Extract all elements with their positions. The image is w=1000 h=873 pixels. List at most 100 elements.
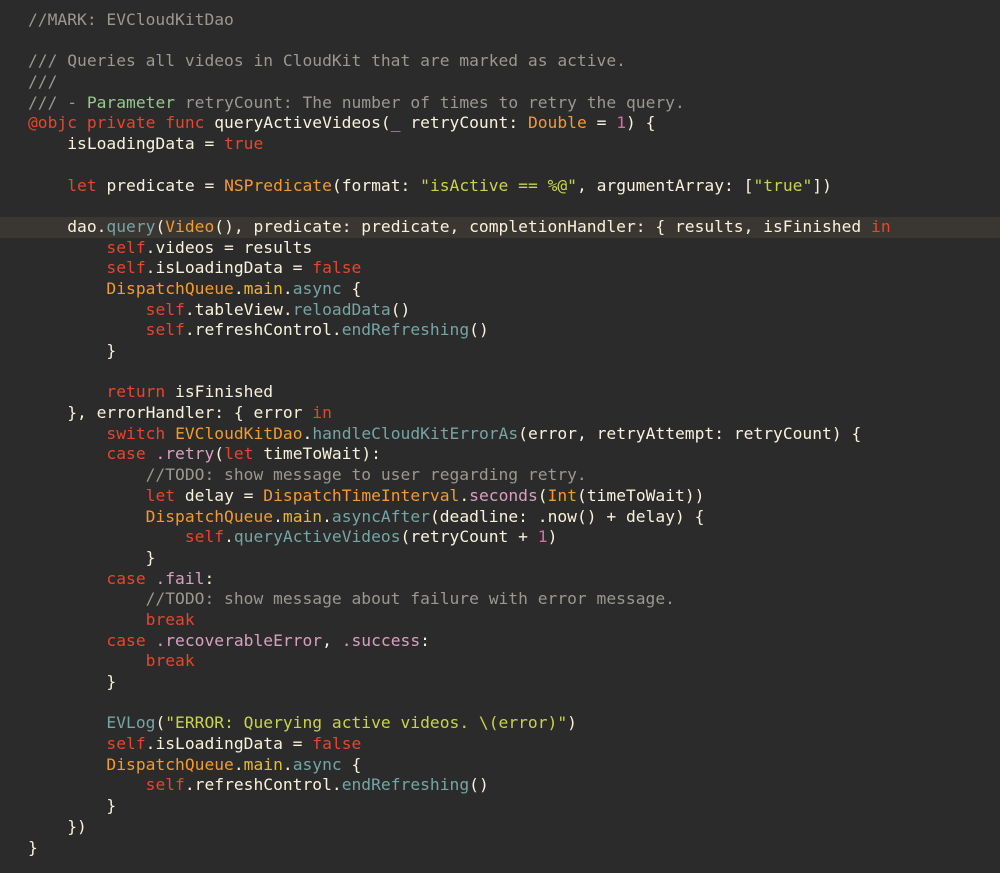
code-token-number: 1	[537, 527, 548, 547]
code-token-type: Video	[165, 216, 215, 236]
code-token-type: DispatchTimeInterval	[263, 485, 460, 505]
code-line[interactable]: self.refreshControl.endRefreshing()	[0, 775, 1000, 796]
code-line[interactable]: case .fail:	[0, 569, 1000, 590]
code-line[interactable]: self.refreshControl.endRefreshing()	[0, 320, 1000, 341]
code-token-plain: (format:	[331, 175, 421, 195]
code-editor-view[interactable]: //MARK: EVCloudKitDao /// Queries all vi…	[0, 0, 1000, 873]
code-line[interactable]: isLoadingData = true	[0, 134, 1000, 155]
code-token-plain: retryCount:	[400, 113, 528, 133]
code-line[interactable]: dao.query(Video(), predicate: predicate,…	[0, 216, 1000, 238]
code-token-plain: .	[233, 278, 244, 298]
code-line[interactable]	[0, 196, 1000, 217]
code-token-keyword: self	[106, 734, 146, 754]
code-line[interactable]: self.tableView.reloadData()	[0, 300, 1000, 321]
code-token-plain: .	[322, 506, 332, 526]
code-token-func: queryActiveVideos	[233, 527, 401, 547]
code-token-keyword: break	[145, 651, 195, 671]
code-token-func: reloadData	[292, 299, 391, 319]
code-line[interactable]: }	[0, 548, 1000, 569]
code-token-plain: ()	[469, 775, 489, 795]
code-line[interactable]: switch EVCloudKitDao.handleCloudKitError…	[0, 424, 1000, 445]
code-token-type: DispatchQueue	[106, 754, 234, 774]
code-token-docparam: Parameter	[86, 92, 176, 112]
code-line[interactable]: /// - Parameter retryCount: The number o…	[0, 93, 1000, 114]
code-token-string: "isActive == %@"	[420, 175, 577, 195]
code-token-member: .retry	[155, 444, 215, 464]
code-line[interactable]: case .retry(let timeToWait):	[0, 444, 1000, 465]
code-line[interactable]: }, errorHandler: { error in	[0, 403, 1000, 424]
code-token-keyword: switch	[106, 423, 166, 443]
code-token-plain: .	[302, 423, 313, 443]
code-line[interactable]: })	[0, 817, 1000, 838]
code-line[interactable]: self.isLoadingData = false	[0, 258, 1000, 279]
code-line[interactable]: ///	[0, 72, 1000, 93]
code-token-doc: ///	[28, 72, 58, 92]
code-line[interactable]	[0, 31, 1000, 52]
code-line[interactable]: }	[0, 796, 1000, 817]
code-line[interactable]: self.videos = results	[0, 238, 1000, 259]
code-token-plain: }	[28, 837, 38, 857]
code-token-plain: }, errorHandler: { error	[28, 403, 313, 423]
code-line[interactable]: //TODO: show message about failure with …	[0, 589, 1000, 610]
code-token-plain: )	[547, 527, 558, 547]
code-line[interactable]: EVLog("ERROR: Querying active videos. \(…	[0, 713, 1000, 734]
code-line[interactable]: @objc private func queryActiveVideos(_ r…	[0, 113, 1000, 134]
code-token-doc: /// Queries all videos in CloudKit that …	[28, 51, 626, 71]
code-token-func: asyncAfter	[331, 506, 430, 526]
code-token-func: endRefreshing	[341, 320, 470, 340]
code-token-plain: .	[282, 754, 293, 774]
code-token-string: "true"	[753, 175, 813, 195]
code-line[interactable]: }	[0, 341, 1000, 362]
code-line[interactable]	[0, 155, 1000, 176]
code-token-plain: ])	[812, 175, 832, 195]
code-line[interactable]: DispatchQueue.main.async {	[0, 279, 1000, 300]
code-line[interactable]: self.isLoadingData = false	[0, 734, 1000, 755]
code-line[interactable]: /// Queries all videos in CloudKit that …	[0, 51, 1000, 72]
code-token-keyword: return	[106, 382, 166, 402]
code-line[interactable]: }	[0, 672, 1000, 693]
code-line[interactable]: return isFinished	[0, 382, 1000, 403]
code-token-keyword: let	[145, 485, 176, 505]
code-line[interactable]	[0, 693, 1000, 714]
code-line[interactable]: //TODO: show message to user regarding r…	[0, 465, 1000, 486]
code-line[interactable]: break	[0, 651, 1000, 672]
code-line[interactable]: DispatchQueue.main.async {	[0, 755, 1000, 776]
code-line[interactable]: let delay = DispatchTimeInterval.seconds…	[0, 486, 1000, 507]
code-line[interactable]: let predicate = NSPredicate(format: "isA…	[0, 176, 1000, 197]
code-token-plain: .refreshControl.	[184, 320, 342, 340]
code-line[interactable]: //MARK: EVCloudKitDao	[0, 10, 1000, 31]
code-line[interactable]: self.queryActiveVideos(retryCount + 1)	[0, 527, 1000, 548]
code-token-comment: //MARK: EVCloudKitDao	[28, 10, 234, 29]
code-line[interactable]: break	[0, 610, 1000, 631]
code-line[interactable]: case .recoverableError, .success:	[0, 631, 1000, 652]
code-token-plain: predicate =	[96, 175, 225, 195]
code-token-keyword: break	[145, 609, 195, 629]
code-token-plain: .isLoadingData =	[145, 258, 313, 278]
code-line[interactable]	[0, 362, 1000, 383]
code-line[interactable]: }	[0, 838, 1000, 859]
code-token-type: EVCloudKitDao	[175, 423, 303, 443]
code-token-type: DispatchQueue	[145, 506, 274, 526]
code-line[interactable]: DispatchQueue.main.asyncAfter(deadline: …	[0, 507, 1000, 528]
code-token-plain: .	[224, 527, 234, 547]
code-token-keyword: in	[312, 403, 332, 423]
code-token-plain: ()	[469, 320, 489, 340]
code-token-doc: retryCount: The number of times to retry…	[175, 92, 685, 112]
code-token-plain: (	[537, 485, 548, 505]
code-token-plain: ()	[390, 299, 411, 319]
code-token-keyword: let	[67, 175, 97, 195]
